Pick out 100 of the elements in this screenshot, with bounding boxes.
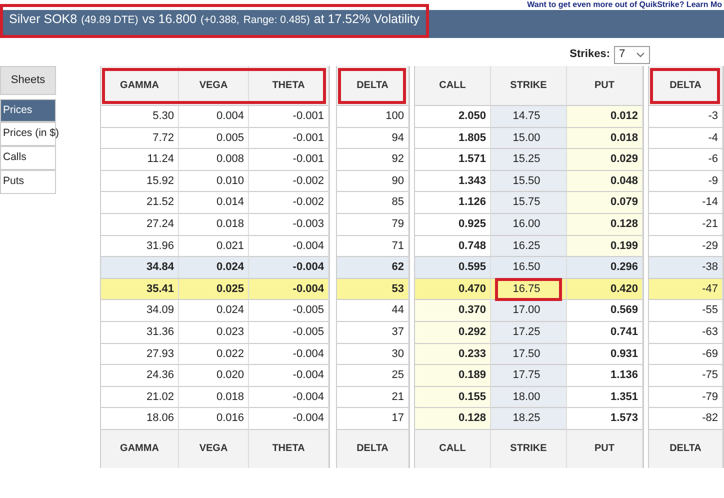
table-cell: 1.573 — [567, 408, 643, 430]
table-cell: 0.005 — [179, 128, 249, 150]
table-cell: 0.296 — [567, 257, 643, 279]
title-text: vs 16.800 — [142, 11, 196, 28]
sheets-header: Sheets — [0, 66, 56, 94]
table-cell: -0.004 — [249, 236, 329, 258]
promo-link[interactable]: Want to get even more out of QuikStrike? Learn Mo — [527, 0, 722, 10]
table-cell: -0.001 — [249, 128, 329, 150]
table-cell: -0.003 — [249, 214, 329, 236]
table-cell: -63 — [649, 322, 723, 344]
table-cell: -0.005 — [249, 300, 329, 322]
table-cell: 24.36 — [101, 365, 179, 387]
table-cell: -38 — [649, 257, 723, 279]
table-cell: 18.00 — [491, 386, 567, 408]
table-cell: -82 — [649, 408, 723, 430]
table-cell: 0.008 — [179, 149, 249, 171]
table-cell: 21.52 — [101, 192, 179, 214]
table-cell: 1.343 — [415, 170, 491, 192]
column-footer: VEGA — [179, 430, 249, 468]
table-cell: 27.93 — [101, 344, 179, 366]
column-header: PUT — [567, 66, 643, 106]
table-cell: -3 — [649, 106, 723, 128]
table-cell: 0.014 — [179, 192, 249, 214]
table-cell: 0.020 — [179, 365, 249, 387]
strikes-select[interactable]: 7 — [614, 46, 650, 64]
table-cell: 100 — [337, 106, 409, 128]
table-cell: -0.004 — [249, 386, 329, 408]
table-cell: -79 — [649, 386, 723, 408]
table-cell: 34.09 — [101, 300, 179, 322]
table-cell: 15.25 — [491, 149, 567, 171]
table-cell: 0.021 — [179, 236, 249, 258]
table-cell: 94 — [337, 128, 409, 150]
table-cell: -21 — [649, 214, 723, 236]
title-text: (49.89 DTE) — [81, 13, 138, 28]
table-cell: 1.571 — [415, 149, 491, 171]
table-cell: 15.00 — [491, 128, 567, 150]
table-cell: -4 — [649, 128, 723, 150]
table-cell: -55 — [649, 300, 723, 322]
table-cell: 0.018 — [179, 214, 249, 236]
sheet-tab[interactable]: Prices — [0, 98, 56, 122]
table-cell: -0.004 — [249, 365, 329, 387]
table-cell: 0.741 — [567, 322, 643, 344]
table-cell: 0.029 — [567, 149, 643, 171]
table-cell: 0.595 — [415, 257, 491, 279]
table-cell: -0.002 — [249, 170, 329, 192]
sheet-tab[interactable]: Prices (in $) — [0, 122, 56, 146]
table-cell: 1.136 — [567, 365, 643, 387]
table-cell: 53 — [337, 278, 409, 300]
caret-icon — [636, 52, 645, 58]
table-cell: 30 — [337, 344, 409, 366]
table-cell: 0.004 — [179, 106, 249, 128]
table-cell: 0.048 — [567, 170, 643, 192]
table-cell: 31.96 — [101, 236, 179, 258]
table-cell: 0.931 — [567, 344, 643, 366]
table-cell: 85 — [337, 192, 409, 214]
sheet-tab[interactable]: Puts — [0, 170, 56, 194]
table-cell: -47 — [649, 278, 723, 300]
table-cell: -69 — [649, 344, 723, 366]
table-cell: 0.016 — [179, 408, 249, 430]
table-cell: 17.00 — [491, 300, 567, 322]
table-cell: 34.84 — [101, 257, 179, 279]
column-header: STRIKE — [491, 66, 567, 106]
table-cell: 17.50 — [491, 344, 567, 366]
table-cell: 16.50 — [491, 257, 567, 279]
table-cell: 15.75 — [491, 192, 567, 214]
title-text: Silver SOK8 — [9, 11, 78, 28]
table-cell: 0.233 — [415, 344, 491, 366]
table-cell: -75 — [649, 365, 723, 387]
table-cell: -6 — [649, 149, 723, 171]
table-cell: 0.748 — [415, 236, 491, 258]
table-cell: 18.25 — [491, 408, 567, 430]
table-cell: 44 — [337, 300, 409, 322]
table-cell: 17.75 — [491, 365, 567, 387]
column-footer: DELTA — [649, 430, 723, 468]
table-cell: 35.41 — [101, 278, 179, 300]
table-cell: -0.004 — [249, 257, 329, 279]
table-cell: 0.018 — [567, 128, 643, 150]
table-cell: 17.25 — [491, 322, 567, 344]
table-cell: 14.75 — [491, 106, 567, 128]
sheet-tab[interactable]: Calls — [0, 146, 56, 170]
table-cell: 0.022 — [179, 344, 249, 366]
table-cell: -9 — [649, 170, 723, 192]
column-footer: DELTA — [337, 430, 409, 468]
table-cell: -0.005 — [249, 322, 329, 344]
table-cell: 0.079 — [567, 192, 643, 214]
table-cell: 2.050 — [415, 106, 491, 128]
table-cell: 0.128 — [567, 214, 643, 236]
table-cell: 7.72 — [101, 128, 179, 150]
table-cell: 15.92 — [101, 170, 179, 192]
column-header: CALL — [415, 66, 491, 106]
table-cell: -14 — [649, 192, 723, 214]
table-cell: 21.02 — [101, 386, 179, 408]
table-cell: 21 — [337, 386, 409, 408]
strikes-label: Strikes: — [570, 47, 610, 62]
table-cell: -29 — [649, 236, 723, 258]
title-text: (+0.388, — [200, 13, 240, 28]
column-footer: CALL — [415, 430, 491, 468]
table-cell: 0.025 — [179, 278, 249, 300]
table-cell: 15.50 — [491, 170, 567, 192]
table-cell: 62 — [337, 257, 409, 279]
